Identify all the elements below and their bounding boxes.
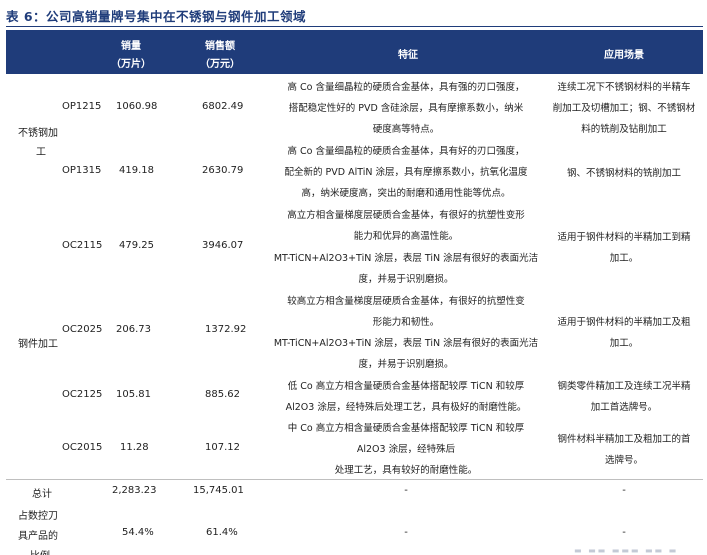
header-sales-amount-unit: （万元）: [200, 59, 240, 70]
row-volume: 419.18: [119, 165, 154, 176]
row-feature-line: Al2O3 涂层，经特殊后处理工艺，具有极好的耐磨性能。: [285, 402, 527, 413]
row-application-line: 削加工及切槽加工；钢、不锈钢材: [552, 103, 696, 114]
row-amount: 2630.79: [202, 165, 244, 176]
row-feature-line: 较高立方相含量梯度层硬质合金基体，有很好的抗塑性变: [287, 296, 525, 307]
share-volume: 54.4%: [122, 527, 154, 538]
row-feature-line: 高，纳米硬度高，突出的耐磨和通用性能等优点。: [301, 188, 511, 199]
row-application-line: 钢类零件精加工及连续工况半精: [557, 381, 691, 392]
row-amount: 3946.07: [202, 240, 244, 251]
row-application-line: 连续工况下不锈钢材料的半精车: [557, 82, 691, 93]
row-grade: OC2015: [62, 442, 103, 453]
header-sales-volume: 销量: [121, 41, 141, 52]
row-application-line: 适用于钢件材料的半精加工到精: [557, 232, 691, 243]
row-amount: 107.12: [205, 442, 240, 453]
row-volume: 479.25: [119, 240, 154, 251]
row-application-line: 选牌号。: [604, 455, 643, 466]
row-feature-line: Al2O3 涂层，经特殊后: [356, 444, 456, 455]
group-stainless-steel-cont: 工: [36, 147, 46, 158]
row-feature-line: MT-TiCN+Al2O3+TiN 涂层，表层 TiN 涂层有很好的表面光洁: [273, 253, 539, 264]
row-feature-line: 高立方相含量梯度层硬质合金基体，有很好的抗塑性变形: [287, 210, 525, 221]
group-steel-machining: 钢件加工: [18, 339, 58, 350]
share-label: 占数控刀: [18, 511, 58, 522]
row-feature-line: 度，并易于识别磨损。: [358, 359, 454, 370]
row-feature-line: 配全新的 PVD AlTiN 涂层，具有摩擦系数小，抗氧化温度: [284, 167, 528, 178]
row-grade: OC2025: [62, 324, 103, 335]
row-amount: 885.62: [205, 389, 240, 400]
row-application-line: 加工首选牌号。: [590, 402, 658, 413]
row-grade: OC2125: [62, 389, 103, 400]
row-feature-line: 高 Co 含量细晶粒的硬质合金基体，具有强的刃口强度，: [287, 82, 525, 93]
row-feature-line: 高 Co 含量细晶粒的硬质合金基体，具有好的刃口强度，: [287, 146, 525, 157]
row-feature-line: 形能力和韧性。: [372, 317, 440, 328]
row-application-line: 加工。: [609, 338, 639, 349]
total-volume: 2,283.23: [112, 485, 157, 496]
row-feature-line: 低 Co 高立方相含量硬质合金基体搭配较厚 TiCN 和较厚: [287, 381, 525, 392]
row-application-line: 钢、不锈钢材料的铣削加工: [566, 168, 681, 179]
share-application: -: [622, 527, 626, 538]
title-rule: [6, 26, 703, 27]
row-amount: 6802.49: [202, 101, 244, 112]
row-feature-line: 处理工艺，具有较好的耐磨性能。: [334, 465, 478, 476]
row-volume: 206.73: [116, 324, 151, 335]
header-sales-volume-unit: （万片）: [111, 59, 151, 70]
row-volume: 1060.98: [116, 101, 158, 112]
row-feature-line: 搭配稳定性好的 PVD 含硅涂层，具有摩擦系数小，纳米: [288, 103, 524, 114]
total-feature: -: [404, 485, 408, 496]
row-application-line: 钢件材料半精加工及粗加工的首: [557, 434, 691, 445]
row-grade: OP1315: [62, 165, 102, 176]
row-feature-line: 中 Co 高立方相含量硬质合金基体搭配较厚 TiCN 和较厚: [287, 423, 525, 434]
header-feature: 特征: [398, 50, 418, 61]
row-amount: 1372.92: [205, 324, 247, 335]
total-application: -: [622, 485, 626, 496]
row-application-line: 料的铣削及钻削加工: [581, 124, 667, 135]
group-stainless-steel: 不锈钢加: [18, 128, 58, 139]
total-divider: [6, 479, 703, 480]
row-application-line: 适用于钢件材料的半精加工及粗: [557, 317, 691, 328]
row-feature-line: 度，并易于识别磨损。: [358, 274, 454, 285]
row-volume: 11.28: [120, 442, 149, 453]
row-feature-line: 能力和优异的高温性能。: [353, 231, 459, 242]
header-sales-amount: 销售额: [205, 41, 235, 52]
share-amount: 61.4%: [206, 527, 238, 538]
row-feature-line: 硬度高等特点。: [372, 124, 440, 135]
row-application-line: 加工。: [609, 253, 639, 264]
row-feature-line: MT-TiCN+Al2O3+TiN 涂层，表层 TiN 涂层有很好的表面光洁: [273, 338, 539, 349]
total-amount: 15,745.01: [193, 485, 244, 496]
total-label: 总计: [32, 489, 52, 500]
header-application: 应用场景: [604, 50, 644, 61]
share-label-end: 比例: [30, 547, 50, 555]
row-grade: OP1215: [62, 101, 102, 112]
share-feature: -: [404, 527, 408, 538]
share-label-cont: 具产品的: [18, 531, 58, 542]
table-title: 表 6：公司高销量牌号集中在不锈钢与钢件加工领域: [6, 9, 307, 24]
row-volume: 105.81: [116, 389, 151, 400]
watermark-logo: ▬ ▬▬ ▬▬▬ ▬▬ ▬: [574, 546, 679, 555]
row-grade: OC2115: [62, 240, 103, 251]
